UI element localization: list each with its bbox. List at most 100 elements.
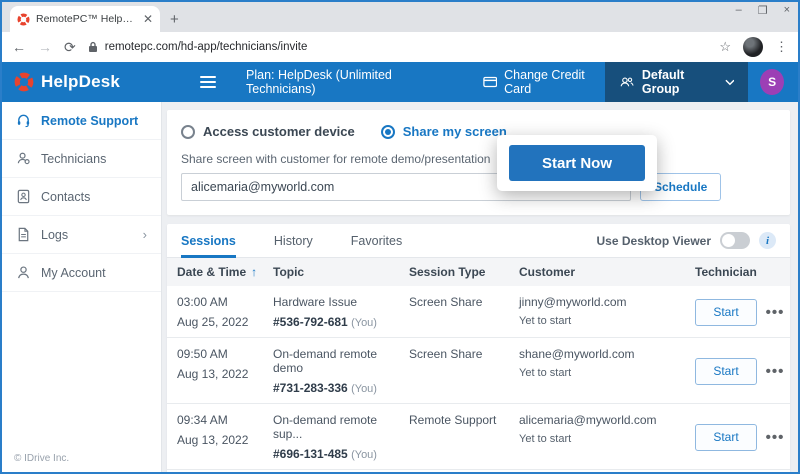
contacts-icon [16, 189, 31, 204]
start-session-button[interactable]: Start [695, 358, 757, 385]
helpdesk-logo[interactable]: HelpDesk [2, 72, 162, 92]
window-minimize-icon[interactable]: – [736, 4, 742, 17]
session-owner: (You) [351, 317, 377, 329]
window-maximize-icon[interactable]: ❐ [758, 4, 768, 17]
radio-access-customer-device[interactable]: Access customer device [181, 124, 355, 139]
session-topic: Hardware Issue [273, 295, 409, 309]
change-credit-card-button[interactable]: Change Credit Card [483, 68, 605, 96]
sidebar-item-my-account[interactable]: My Account [2, 254, 161, 292]
session-id: #696-131-485 [273, 447, 348, 461]
session-time: 03:00 AM [177, 295, 273, 309]
col-technician: Technician [695, 265, 757, 279]
browser-profile-avatar[interactable] [743, 37, 763, 57]
info-icon[interactable]: i [759, 232, 776, 249]
tab-favorites[interactable]: Favorites [351, 224, 402, 258]
sidebar-item-logs[interactable]: Logs › [2, 216, 161, 254]
sort-asc-icon[interactable]: ↑ [251, 265, 257, 279]
row-overflow-icon[interactable]: ••• [757, 429, 793, 446]
avatar-initial: S [768, 75, 776, 89]
start-session-button[interactable]: Start [695, 424, 757, 451]
session-topic: On-demand remote demo [273, 347, 409, 375]
sidebar: Remote Support Technicians Contacts Logs… [2, 102, 162, 472]
tab-sessions[interactable]: Sessions [181, 224, 236, 258]
bookmark-star-icon[interactable]: ☆ [719, 39, 731, 55]
radio-selected-icon[interactable] [381, 125, 395, 139]
back-icon[interactable]: ← [12, 39, 26, 55]
remotepc-favicon-icon [17, 13, 30, 26]
logo-text: HelpDesk [41, 72, 120, 92]
session-date: Aug 13, 2022 [177, 367, 273, 381]
customer-email: alicemaria@myworld.com [519, 413, 695, 427]
browser-tab-strip: RemotePC™ HelpDesk - Remote ✕ + – ❐ × [2, 2, 798, 32]
browser-tab[interactable]: RemotePC™ HelpDesk - Remote ✕ [10, 6, 160, 32]
col-date-time[interactable]: Date & Time [177, 265, 246, 279]
logs-icon [16, 227, 31, 242]
sidebar-item-label: Contacts [41, 190, 90, 204]
sessions-card: Sessions History Favorites Use Desktop V… [167, 224, 790, 474]
group-selector[interactable]: Default Group [605, 62, 749, 102]
desktop-viewer-toggle[interactable] [720, 232, 750, 249]
col-topic: Topic [273, 265, 409, 279]
chevron-right-icon: › [143, 227, 147, 242]
plan-label: Plan: HelpDesk (Unlimited Technicians) [246, 68, 445, 96]
chevron-down-icon [725, 79, 735, 86]
reload-icon[interactable]: ⟳ [64, 39, 76, 56]
invite-card: Access customer device Share my screen S… [167, 110, 790, 215]
radio-access-label: Access customer device [203, 124, 355, 139]
session-type: Screen Share [409, 347, 519, 361]
hamburger-menu-icon[interactable] [200, 76, 216, 88]
sidebar-item-label: Logs [41, 228, 68, 242]
copyright-footer: © IDrive Inc. [14, 453, 69, 464]
session-topic: On-demand remote sup... [273, 413, 409, 441]
browser-menu-icon[interactable]: ⋮ [775, 39, 788, 55]
session-owner: (You) [351, 383, 377, 395]
sidebar-item-contacts[interactable]: Contacts [2, 178, 161, 216]
technicians-icon [16, 151, 31, 166]
credit-card-icon [483, 76, 497, 88]
sidebar-item-label: Technicians [41, 152, 106, 166]
radio-unselected-icon[interactable] [181, 125, 195, 139]
change-credit-card-label: Change Credit Card [504, 68, 604, 96]
new-tab-icon[interactable]: + [170, 11, 179, 28]
session-owner: (You) [351, 449, 377, 461]
sessions-tabbar: Sessions History Favorites Use Desktop V… [167, 224, 790, 258]
session-status: Yet to start [519, 367, 695, 379]
table-row: 01:45 AMAug 13, 2022 Technical Issue#524… [167, 470, 790, 474]
radio-share-my-screen[interactable]: Share my screen [381, 124, 507, 139]
lifebuoy-logo-icon [14, 72, 34, 92]
tab-close-icon[interactable]: ✕ [143, 12, 153, 26]
address-bar[interactable]: remotepc.com/hd-app/technicians/invite [88, 41, 708, 53]
window-close-icon[interactable]: × [784, 4, 790, 17]
sidebar-item-technicians[interactable]: Technicians [2, 140, 161, 178]
group-icon [619, 75, 634, 89]
browser-toolbar: ← → ⟳ remotepc.com/hd-app/technicians/in… [2, 32, 798, 62]
radio-share-label: Share my screen [403, 124, 507, 139]
customer-email: shane@myworld.com [519, 347, 695, 361]
session-time: 09:50 AM [177, 347, 273, 361]
start-now-overlay: Start Now [497, 135, 657, 191]
row-overflow-icon[interactable]: ••• [757, 304, 793, 321]
forward-icon: → [38, 39, 52, 55]
headset-icon [16, 113, 31, 128]
table-row: 09:50 AM Aug 13, 2022 On-demand remote de… [167, 338, 790, 404]
start-now-button[interactable]: Start Now [509, 145, 645, 181]
session-date: Aug 25, 2022 [177, 315, 273, 329]
sidebar-item-label: Remote Support [41, 114, 138, 128]
user-avatar[interactable]: S [760, 69, 784, 95]
start-session-button[interactable]: Start [695, 299, 757, 326]
table-row: 03:00 AMAug 25, 2022 Hardware Issue#536-… [167, 286, 790, 338]
sidebar-item-remote-support[interactable]: Remote Support [2, 102, 161, 140]
session-date: Aug 13, 2022 [177, 433, 273, 447]
session-time: 09:34 AM [177, 413, 273, 427]
col-session-type: Session Type [409, 265, 519, 279]
row-overflow-icon[interactable]: ••• [757, 363, 793, 380]
account-icon [16, 265, 31, 280]
col-customer: Customer [519, 265, 695, 279]
padlock-icon [88, 41, 98, 53]
group-selector-label: Default Group [642, 68, 717, 96]
url-text: remotepc.com/hd-app/technicians/invite [105, 41, 308, 53]
main-content: Access customer device Share my screen S… [162, 102, 798, 472]
session-type: Screen Share [409, 295, 519, 309]
tab-history[interactable]: History [274, 224, 313, 258]
table-header: Date & Time ↑ Topic Session Type Customer… [167, 258, 790, 286]
